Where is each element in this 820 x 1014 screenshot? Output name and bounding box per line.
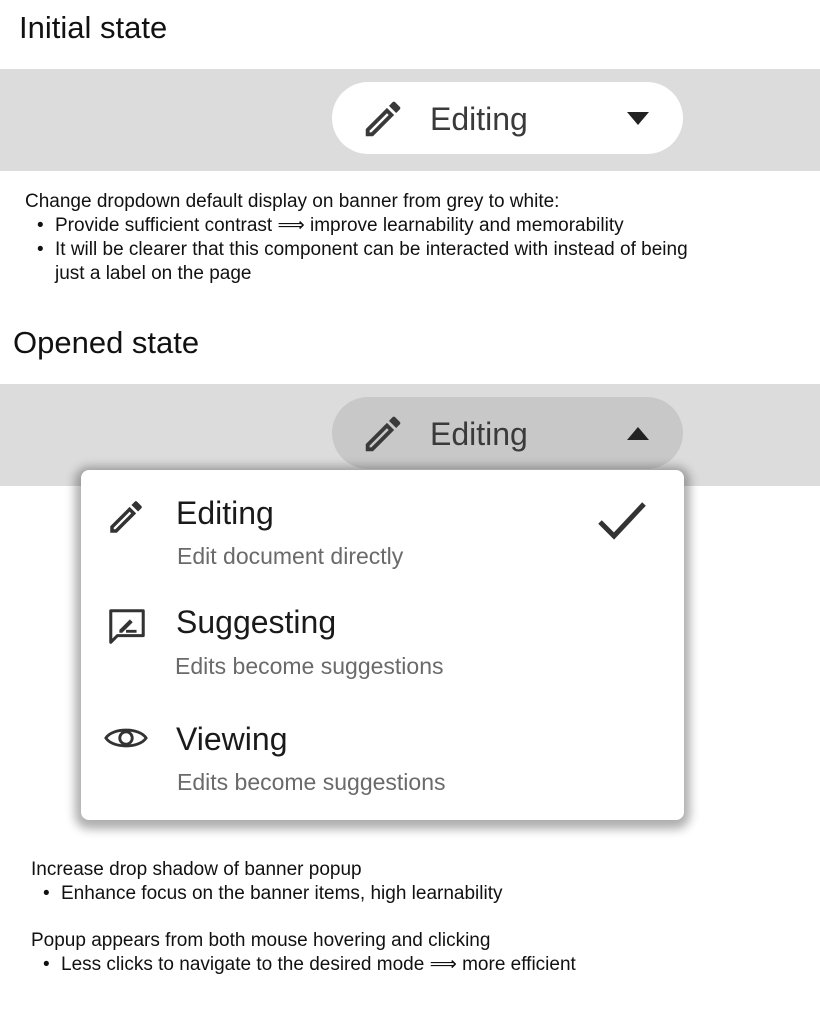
option-subtitle: Edit document directly [177, 543, 404, 569]
note-lead: Popup appears from both mouse hovering a… [31, 930, 491, 951]
shadow-note: Increase drop shadow of banner popup Enh… [31, 858, 731, 906]
pencil-icon [365, 101, 401, 137]
pencil-icon [365, 416, 401, 452]
note-bullet: Provide sufficient contrast ⟹ improve le… [37, 214, 725, 238]
note-lead: Increase drop shadow of banner popup [31, 859, 362, 880]
suggest-icon [109, 609, 145, 644]
checkmark-icon [598, 502, 646, 540]
option-subtitle: Edits become suggestions [177, 769, 446, 795]
menu-option-suggesting[interactable]: Suggesting Edits become suggestions [81, 580, 684, 696]
pencil-icon [110, 501, 142, 533]
menu-option-editing[interactable]: Editing Edit document directly [81, 470, 684, 580]
option-title: Editing [176, 495, 274, 531]
note-bullet: Enhance focus on the banner items, high … [43, 882, 731, 906]
initial-note: Change dropdown default display on banne… [25, 190, 725, 286]
option-subtitle: Edits become suggestions [175, 653, 444, 679]
eye-icon [104, 728, 148, 748]
menu-option-viewing[interactable]: Viewing Edits become suggestions [81, 696, 684, 816]
initial-state-title: Initial state [19, 10, 168, 45]
note-bullet: It will be clearer that this component c… [37, 238, 695, 286]
note-bullet: Less clicks to navigate to the desired m… [43, 953, 731, 977]
dropdown-label: Editing [430, 101, 528, 137]
caret-up-icon [627, 427, 649, 440]
mode-dropdown[interactable]: Editing [332, 82, 683, 154]
caret-down-icon [627, 112, 649, 125]
note-bullets: Provide sufficient contrast ⟹ improve le… [25, 214, 725, 286]
note-lead: Change dropdown default display on banne… [25, 191, 560, 212]
note-bullets: Enhance focus on the banner items, high … [31, 882, 731, 906]
mode-dropdown-open[interactable]: Editing [332, 397, 683, 469]
note-bullets: Less clicks to navigate to the desired m… [31, 953, 731, 977]
option-title: Viewing [176, 721, 288, 757]
option-title: Suggesting [176, 604, 337, 640]
hover-note: Popup appears from both mouse hovering a… [31, 929, 731, 977]
opened-state-title: Opened state [13, 325, 200, 360]
mode-menu-popup: Editing Edit document directly Suggestin… [81, 470, 684, 820]
banner-initial: Editing [0, 69, 820, 171]
dropdown-label: Editing [430, 416, 528, 452]
